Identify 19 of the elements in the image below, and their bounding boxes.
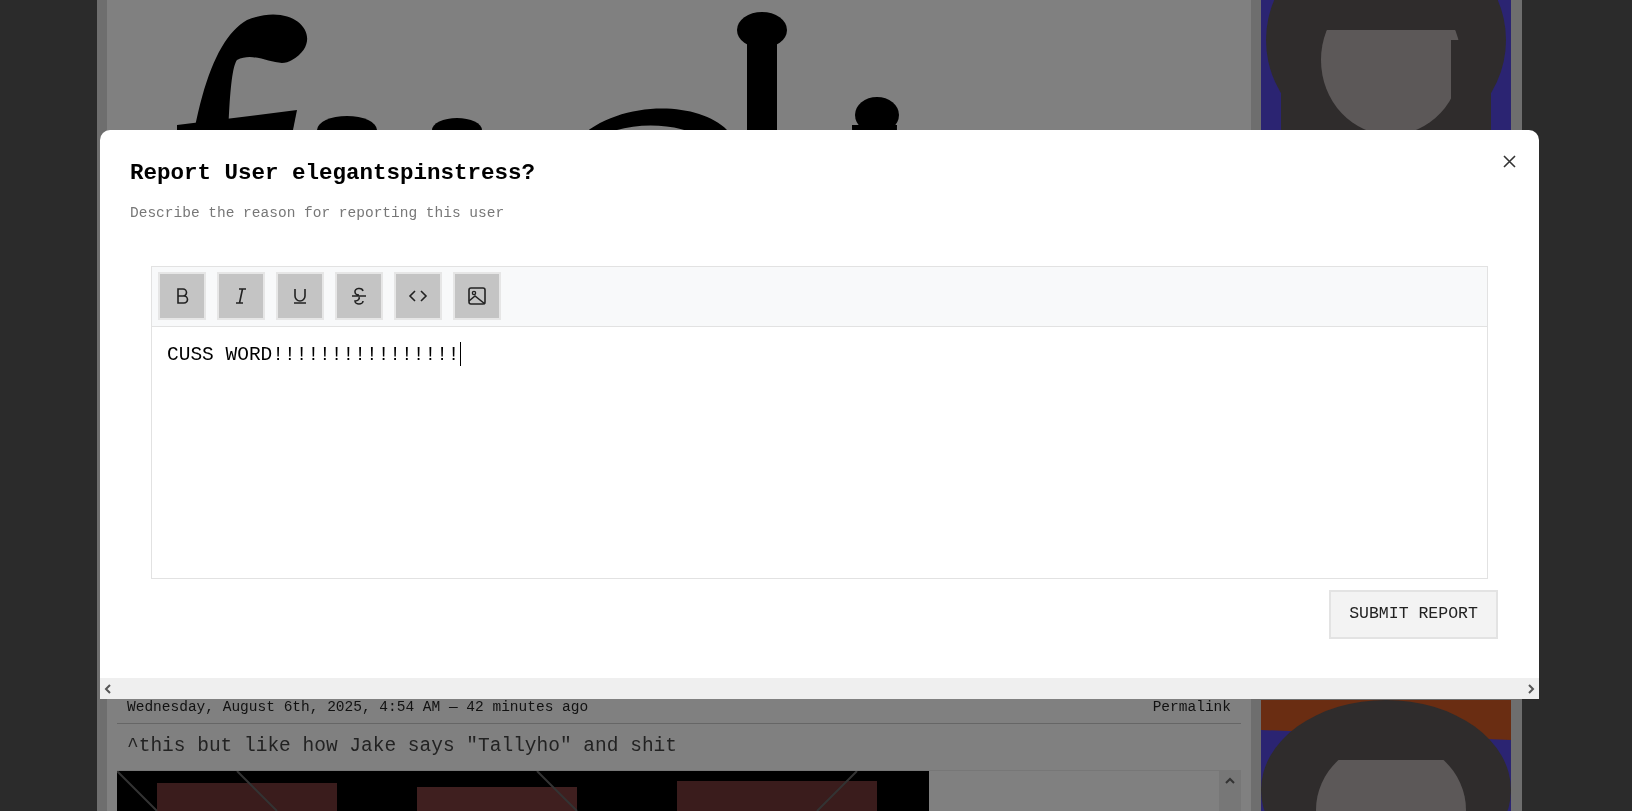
post-timestamp: Wednesday, August 6th, 2025, 4:54 AM — 42 minutes ago: [127, 698, 589, 718]
scroll-right-icon[interactable]: [1528, 683, 1535, 694]
dialog-title: Report User elegantspinstress?: [130, 159, 536, 188]
bold-button[interactable]: [158, 272, 206, 320]
italic-button[interactable]: [217, 272, 265, 320]
permalink-link[interactable]: Permalink: [1152, 697, 1231, 719]
code-button[interactable]: [394, 272, 442, 320]
editor-input[interactable]: CUSS WORD!!!!!!!!!!!!!!!!: [152, 326, 1487, 578]
dialog-description: Describe the reason for reporting this user: [130, 203, 506, 223]
scroll-up-icon[interactable]: [1225, 777, 1235, 784]
scroll-left-icon[interactable]: [104, 683, 111, 694]
underline-button[interactable]: [276, 272, 324, 320]
image-icon: [466, 285, 488, 307]
horizontal-scrollbar[interactable]: [100, 678, 1539, 699]
strikethrough-button[interactable]: [335, 272, 383, 320]
close-icon: [1502, 154, 1516, 168]
post-text: ^this but like how Jake says "Tallyho" and shit: [127, 734, 677, 760]
submit-report-button[interactable]: SUBMIT REPORT: [1329, 589, 1498, 639]
image-button[interactable]: [453, 272, 501, 320]
